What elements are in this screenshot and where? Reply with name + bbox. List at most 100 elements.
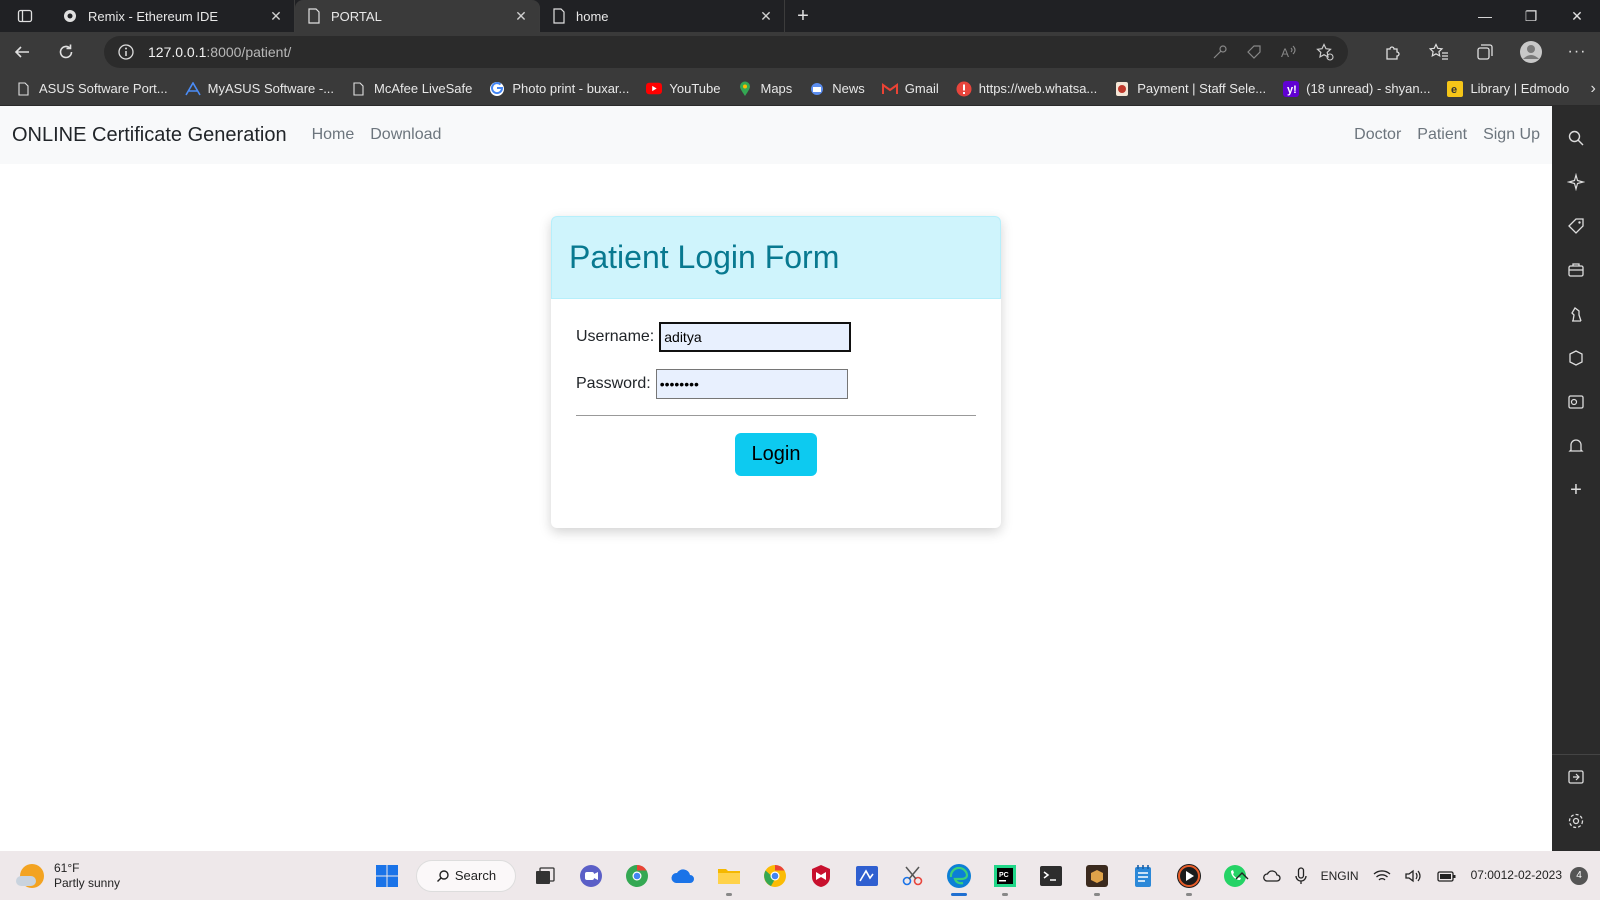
nav-link-patient[interactable]: Patient <box>1417 126 1467 144</box>
sparkle-icon <box>1567 173 1585 191</box>
sidebar-copilot-button[interactable] <box>1552 160 1600 204</box>
bookmark-item[interactable]: e Library | Edmodo <box>1447 80 1569 97</box>
more-menu-icon[interactable]: ··· <box>1554 43 1600 61</box>
bookmarks-more-icon[interactable]: › <box>1586 80 1600 98</box>
address-bar[interactable]: 127.0.0.1:8000/patient/ A <box>104 36 1348 68</box>
tab-actions-button[interactable] <box>0 0 50 32</box>
start-button[interactable] <box>364 851 410 900</box>
address-bar-row: 127.0.0.1:8000/patient/ A ··· <box>0 32 1600 72</box>
bell-icon <box>1568 439 1584 452</box>
chevron-up-icon <box>1235 871 1249 879</box>
wifi-icon[interactable] <box>1373 869 1391 883</box>
taskbar-onedrive[interactable] <box>660 851 706 900</box>
taskbar-notepad[interactable] <box>1120 851 1166 900</box>
tab-portal[interactable]: PORTAL ✕ <box>295 0 540 32</box>
taskbar-task-view[interactable] <box>522 851 568 900</box>
add-favorite-icon[interactable] <box>1316 43 1334 61</box>
myasus-icon <box>184 81 201 97</box>
bookmark-item[interactable]: y! (18 unread) - shyan... <box>1283 80 1430 97</box>
back-button[interactable] <box>0 32 44 72</box>
collections-button[interactable] <box>1462 43 1508 61</box>
nav-link-signup[interactable]: Sign Up <box>1483 126 1540 144</box>
tab-home[interactable]: home ✕ <box>540 0 785 32</box>
address-bar-icons: A <box>1212 36 1334 68</box>
microphone-icon[interactable] <box>1294 866 1307 885</box>
taskbar-pycharm[interactable]: PC <box>982 851 1028 900</box>
bookmark-item[interactable]: Gmail <box>881 81 939 97</box>
sidebar-shopping-button[interactable] <box>1552 204 1600 248</box>
clock[interactable]: 07:00 12-02-2023 <box>1471 868 1562 883</box>
password-input[interactable] <box>655 369 848 399</box>
bookmark-item[interactable]: Payment | Staff Sele... <box>1114 81 1266 97</box>
taskbar-edge[interactable] <box>936 851 982 900</box>
new-tab-button[interactable]: + <box>785 0 821 32</box>
sidebar-settings-button[interactable] <box>1552 799 1600 843</box>
reload-button[interactable] <box>44 32 88 72</box>
tab-remix[interactable]: Remix - Ethereum IDE ✕ <box>50 0 295 32</box>
read-aloud-icon[interactable]: A <box>1280 44 1298 60</box>
sidebar-tools-button[interactable] <box>1552 248 1600 292</box>
taskbar-media-player[interactable] <box>1166 851 1212 900</box>
taskbar-chrome[interactable] <box>752 851 798 900</box>
bookmark-item[interactable]: Photo print - buxar... <box>489 81 629 97</box>
pycharm-icon: PC <box>994 864 1016 887</box>
puzzle-icon <box>1386 46 1400 60</box>
minimize-icon[interactable]: — <box>1462 0 1508 32</box>
taskbar-teams[interactable] <box>568 851 614 900</box>
volume-icon[interactable] <box>1404 869 1423 883</box>
package-icon <box>1086 864 1108 887</box>
web-page: ONLINE Certificate Generation Home Downl… <box>0 106 1552 851</box>
username-input[interactable] <box>659 322 852 352</box>
sidebar-office-button[interactable] <box>1552 336 1600 380</box>
notification-badge[interactable]: 4 <box>1570 866 1588 885</box>
nav-link-home[interactable]: Home <box>312 126 355 144</box>
taskbar-whiteboard[interactable] <box>844 851 890 900</box>
info-icon[interactable] <box>118 44 134 60</box>
sidebar-games-button[interactable] <box>1552 292 1600 336</box>
key-icon[interactable] <box>1212 44 1228 60</box>
taskbar-mcafee[interactable] <box>798 851 844 900</box>
bookmark-item[interactable]: MyASUS Software -... <box>184 81 334 97</box>
sidebar-drop-button[interactable] <box>1552 424 1600 468</box>
show-hidden-icons[interactable] <box>1235 871 1249 881</box>
close-icon[interactable]: ✕ <box>268 8 284 25</box>
restore-icon[interactable]: ❐ <box>1508 0 1554 32</box>
taskbar-terminal[interactable] <box>1028 851 1074 900</box>
onedrive-tray-icon[interactable] <box>1262 869 1281 882</box>
sidebar-add-button[interactable]: + <box>1552 468 1600 512</box>
weather-widget[interactable]: 61°F Partly sunny <box>0 861 250 891</box>
profile-button[interactable] <box>1508 40 1554 64</box>
battery-icon[interactable] <box>1436 869 1457 883</box>
close-icon[interactable]: ✕ <box>513 8 529 25</box>
bookmark-label: Gmail <box>904 81 939 96</box>
bookmark-item[interactable]: News <box>809 81 865 97</box>
bookmark-item[interactable]: Maps <box>737 81 792 97</box>
taskbar-snipping-tool[interactable] <box>890 851 936 900</box>
taskbar-chrome-canary[interactable] <box>614 851 660 900</box>
nav-link-download[interactable]: Download <box>370 126 441 144</box>
window-controls: — ❐ ✕ <box>1462 0 1600 32</box>
extensions-button[interactable] <box>1370 43 1416 61</box>
tag-icon[interactable] <box>1246 44 1262 60</box>
bookmark-item[interactable]: https://web.whatsa... <box>956 81 1097 97</box>
taskbar-file-explorer[interactable] <box>706 851 752 900</box>
bookmark-label: YouTube <box>669 81 721 96</box>
language-indicator[interactable]: ENG IN <box>1321 869 1359 883</box>
bookmark-item[interactable]: YouTube <box>646 81 720 97</box>
nav-link-doctor[interactable]: Doctor <box>1354 126 1401 144</box>
bookmark-item[interactable]: McAfee LiveSafe <box>351 81 472 97</box>
sidebar-hide-button[interactable] <box>1552 755 1600 799</box>
sidebar-search-button[interactable] <box>1552 116 1600 160</box>
bookmark-item[interactable]: ASUS Software Port... <box>16 81 168 97</box>
site-brand[interactable]: ONLINE Certificate Generation <box>12 124 287 147</box>
page-icon <box>553 8 565 24</box>
favorites-button[interactable] <box>1416 43 1462 61</box>
login-button[interactable]: Login <box>734 433 818 476</box>
lang-line1: ENG <box>1320 868 1347 883</box>
taskbar-search[interactable]: Search <box>416 859 516 892</box>
close-icon[interactable]: ✕ <box>758 8 774 25</box>
sidebar-outlook-button[interactable] <box>1552 380 1600 424</box>
taskbar-package-app[interactable] <box>1074 851 1120 900</box>
notepad-icon <box>1135 864 1151 887</box>
close-window-icon[interactable]: ✕ <box>1554 0 1600 32</box>
